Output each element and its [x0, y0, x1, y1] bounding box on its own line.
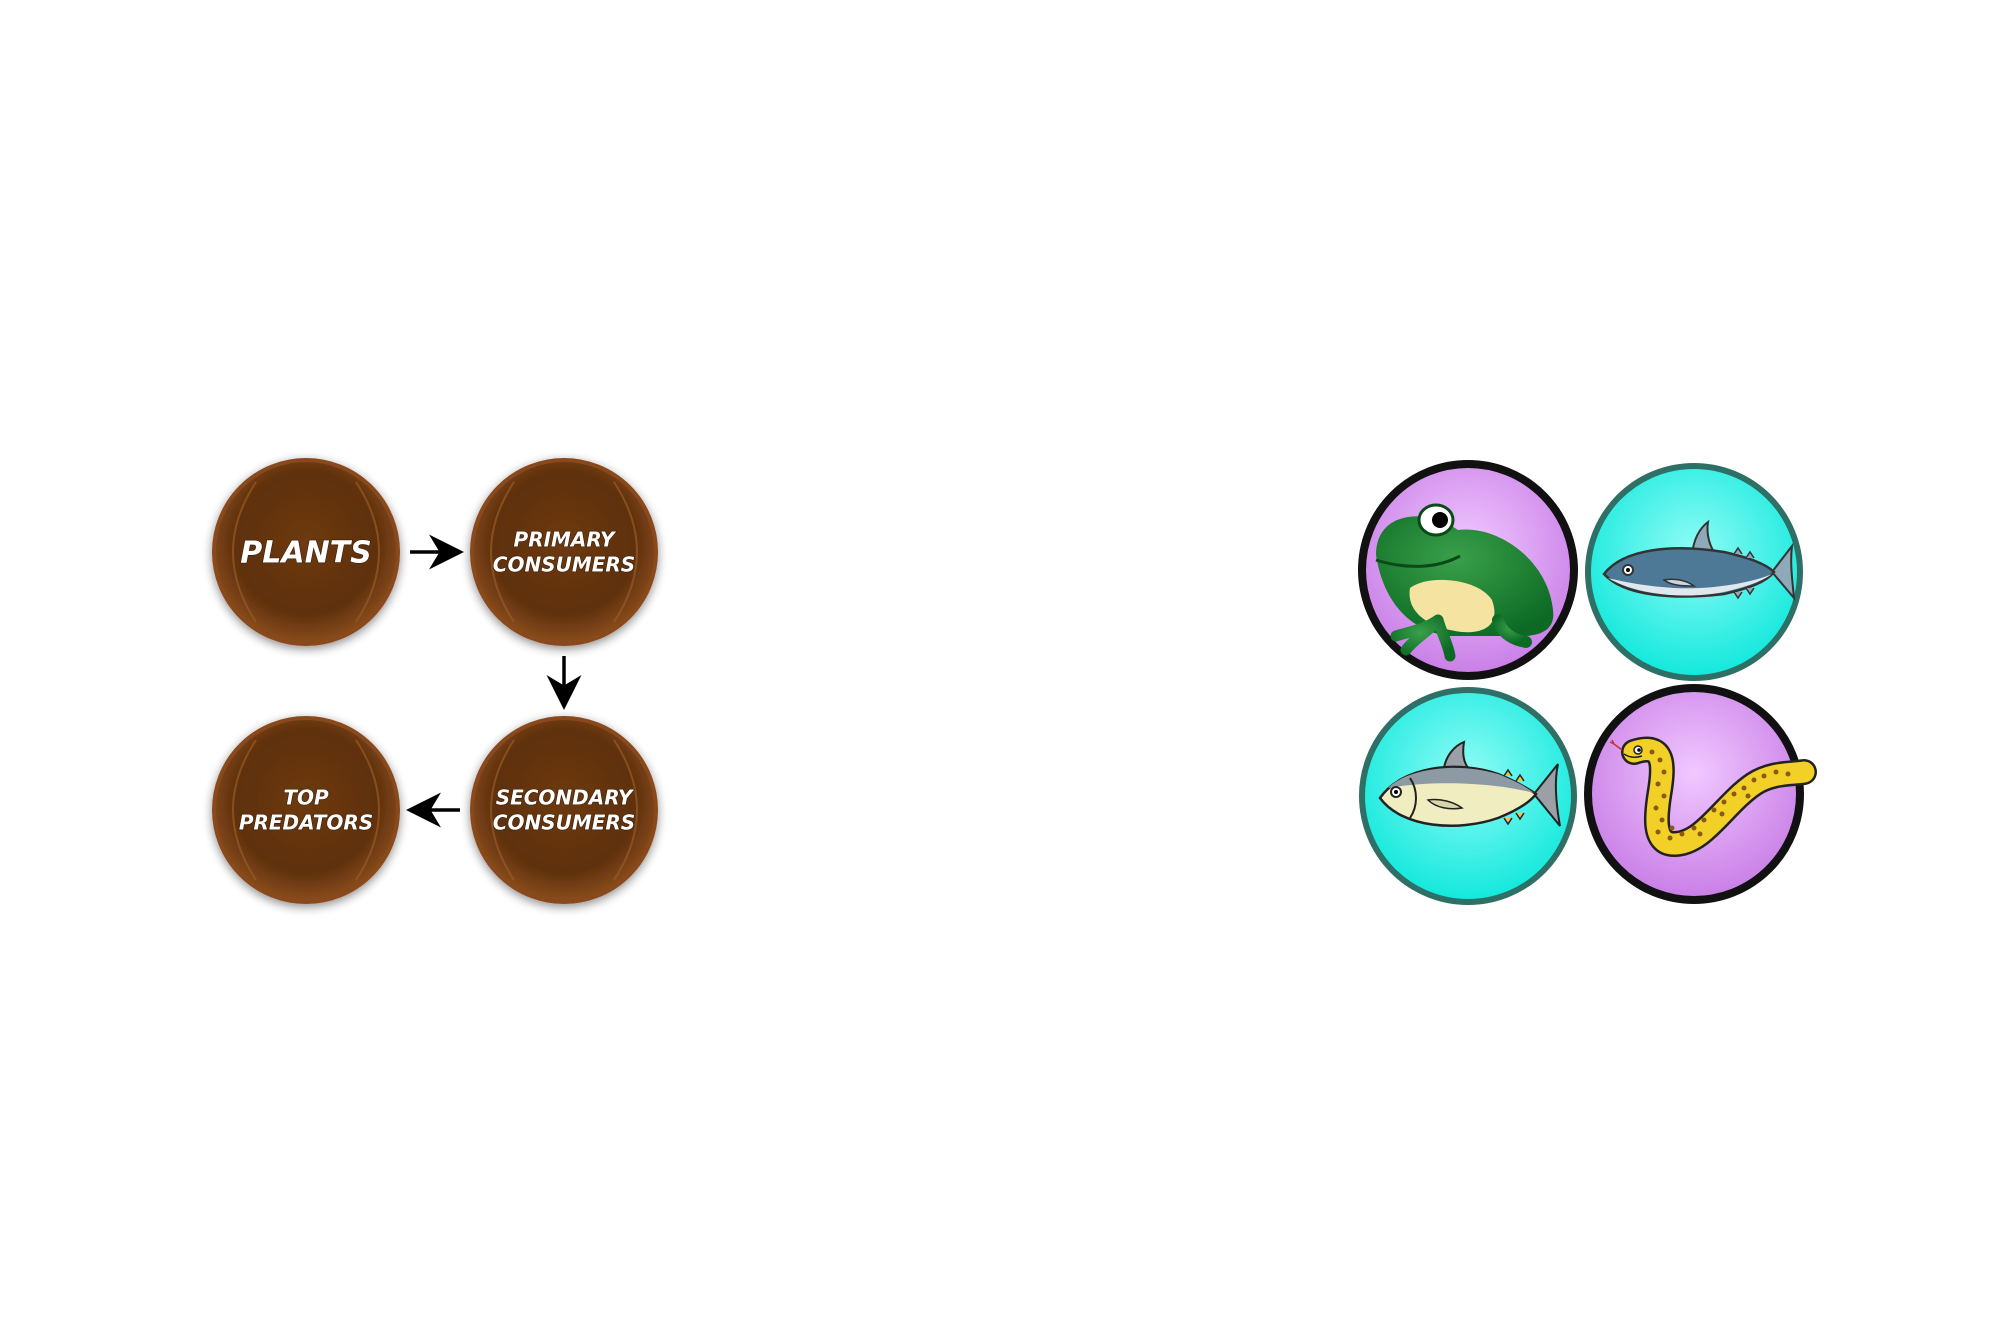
organism-frog	[1358, 460, 1578, 680]
organism-grid	[1358, 460, 1817, 905]
chain-node-label: PLANTS	[240, 536, 372, 571]
chain-node-label: CONSUMERS	[493, 811, 635, 835]
chain-node-label: CONSUMERS	[493, 553, 635, 577]
food-chain-diagram: PLANTS PRIMARYCONSUMERSSECONDARYCONSUMERS…	[212, 458, 1817, 905]
organism-eel-circle	[1584, 684, 1804, 904]
chain-node-label: TOP	[283, 786, 329, 810]
chain-nodes: PLANTS PRIMARYCONSUMERSSECONDARYCONSUMERS…	[212, 458, 658, 904]
chain-node-secondary-consumers: SECONDARYCONSUMERS	[470, 716, 658, 904]
chain-node-top-predators: TOPPREDATORS	[212, 716, 400, 904]
chain-node-label: PREDATORS	[239, 811, 373, 835]
chain-node-plants: PLANTS	[212, 458, 400, 646]
chain-node-label: PRIMARY	[514, 528, 617, 552]
chain-node-primary-consumers: PRIMARYCONSUMERS	[470, 458, 658, 646]
organism-eel	[1584, 684, 1817, 904]
chain-node-label: SECONDARY	[496, 786, 635, 810]
organism-mackerel	[1585, 463, 1803, 681]
organism-tuna	[1359, 687, 1577, 905]
